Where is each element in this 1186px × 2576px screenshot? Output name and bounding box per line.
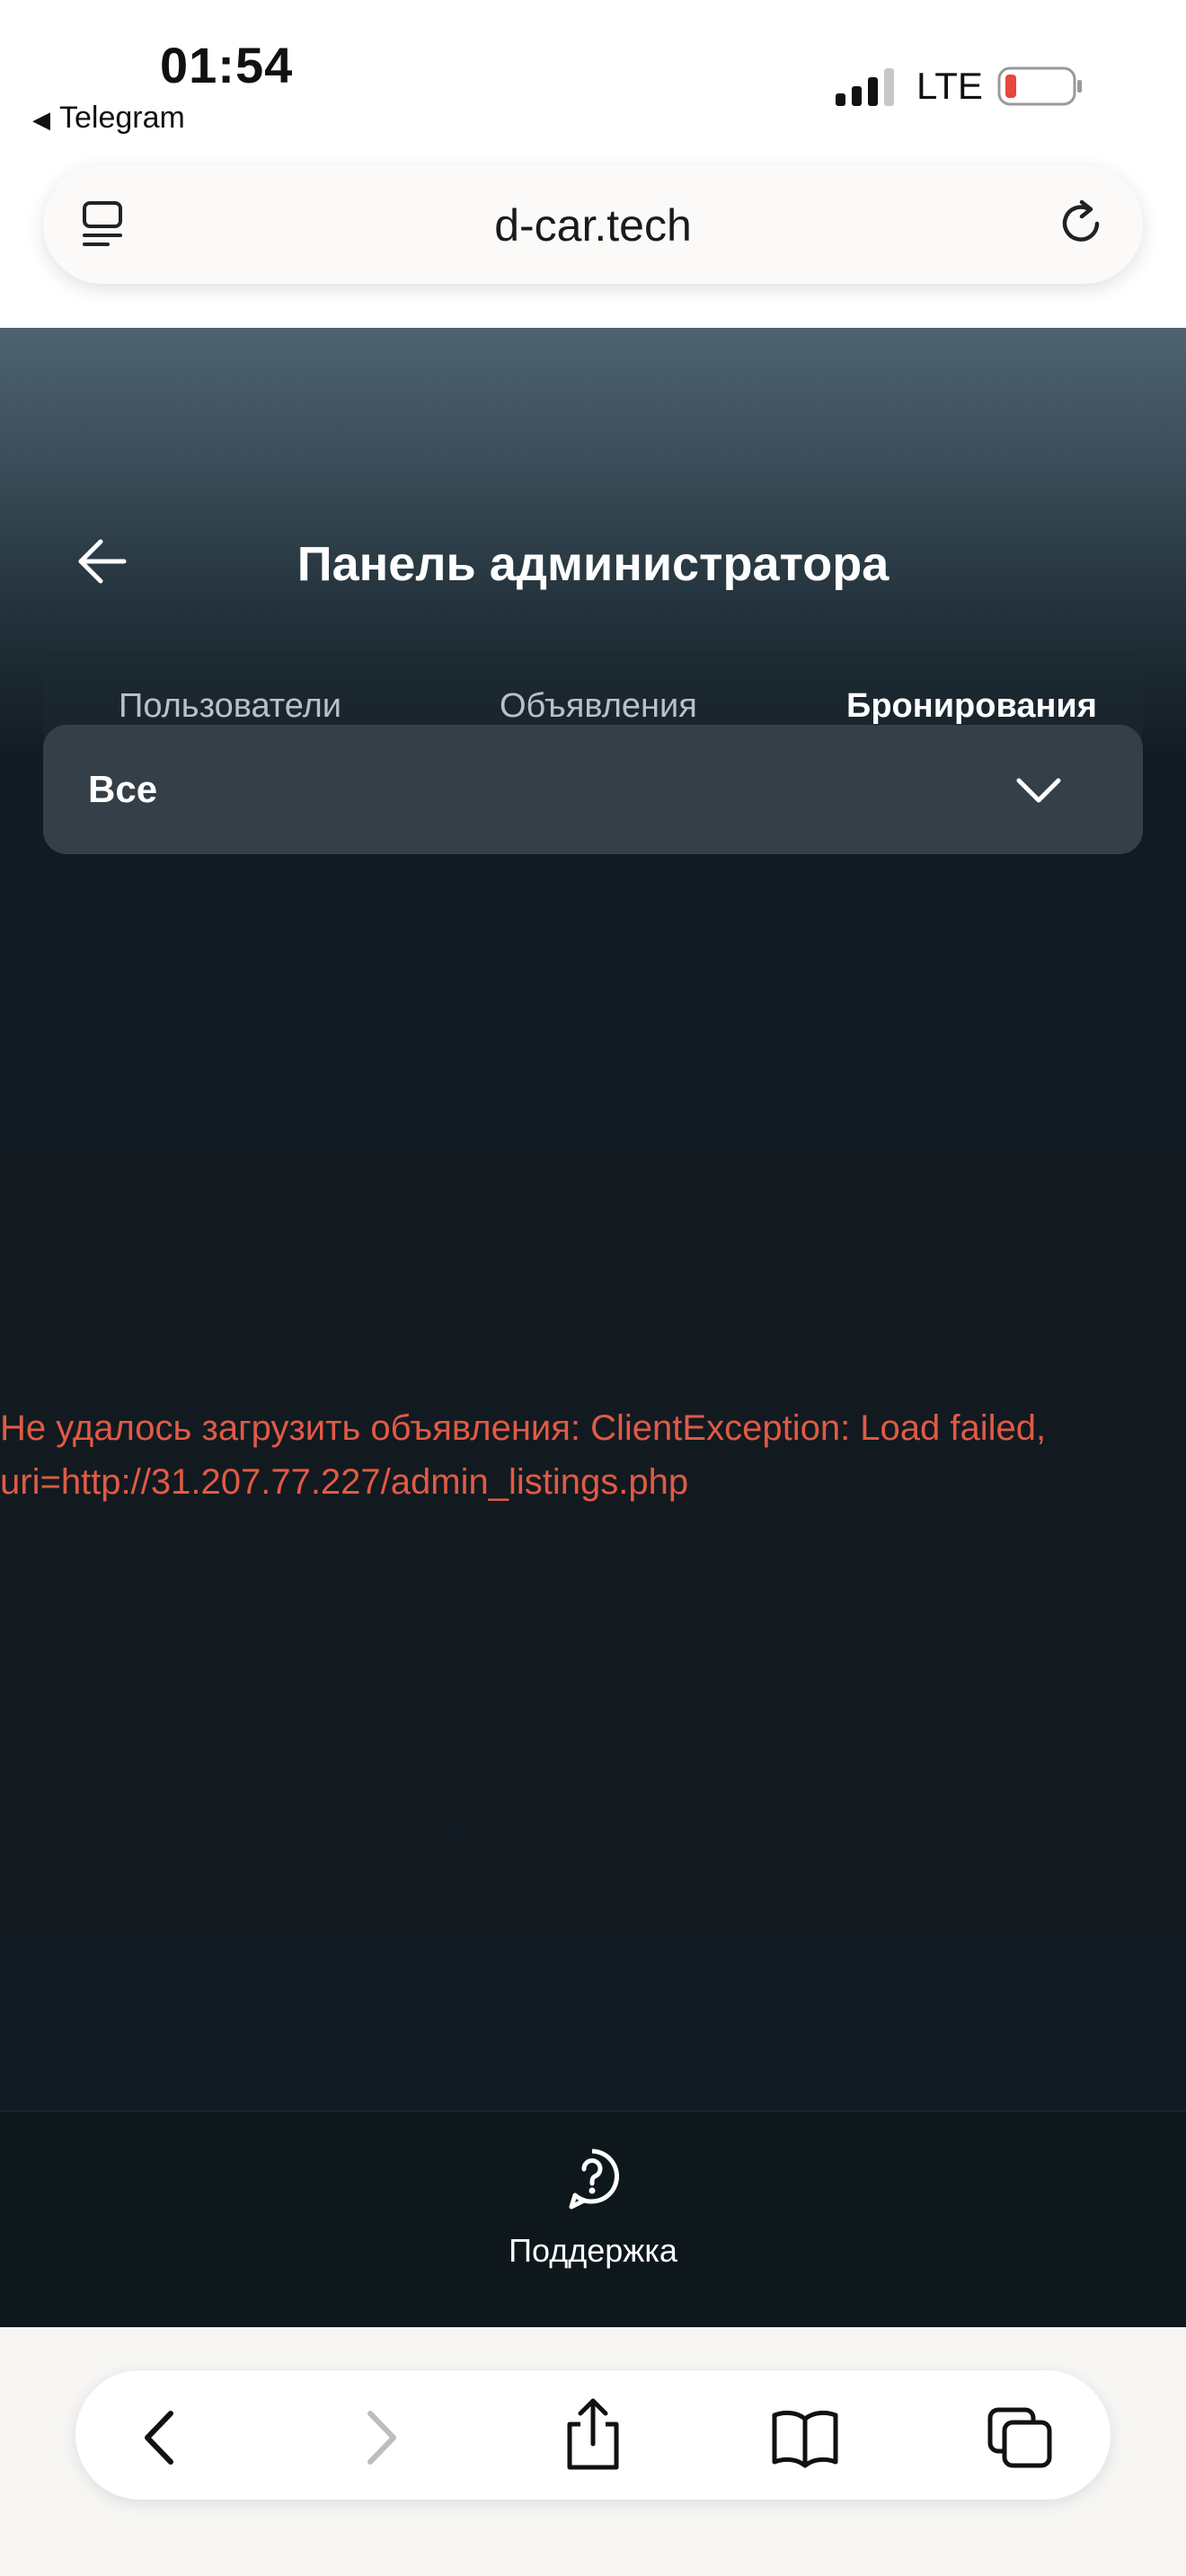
- tab-users[interactable]: Пользователи: [119, 687, 341, 726]
- filter-selected-value: Все: [88, 768, 158, 810]
- address-bar[interactable]: d-car.tech: [43, 165, 1143, 284]
- help-icon[interactable]: [562, 2148, 622, 2212]
- network-type: LTE: [916, 65, 983, 107]
- page-title: Панель администратора: [296, 537, 890, 591]
- app-screen: Панель администратора Пользователи Объяв…: [0, 328, 1186, 2328]
- bottom-nav: Поддержка: [0, 2111, 1186, 2328]
- back-app-label: Telegram: [59, 101, 185, 135]
- browser-toolbar-area: [0, 2327, 1186, 2576]
- error-message: Не удалось загрузить объявления: ClientE…: [0, 1408, 1047, 1502]
- tab-bookings[interactable]: Бронирования: [846, 687, 1097, 726]
- back-triangle-icon: ◀: [32, 106, 50, 133]
- reload-icon[interactable]: [1055, 198, 1107, 250]
- bookmarks-icon[interactable]: [769, 2406, 841, 2469]
- support-label: Поддержка: [509, 2232, 677, 2269]
- cellular-signal-icon: [836, 68, 894, 106]
- back-to-app-link[interactable]: ◀ Telegram: [32, 101, 185, 136]
- browser-back-icon[interactable]: [126, 2406, 198, 2469]
- tab-listings[interactable]: Объявления: [500, 687, 697, 726]
- browser-toolbar: [75, 2370, 1111, 2500]
- battery-icon: [997, 66, 1082, 106]
- browser-forward-icon[interactable]: [343, 2406, 415, 2469]
- status-bar: 01:54 ◀ Telegram LTE: [0, 0, 1186, 162]
- tabs-overview-icon[interactable]: [985, 2406, 1057, 2469]
- url-text: d-car.tech: [494, 200, 692, 251]
- status-time: 01:54: [160, 37, 294, 93]
- chevron-down-icon: [1016, 778, 1061, 803]
- status-filter-dropdown[interactable]: Все: [43, 725, 1143, 854]
- share-icon[interactable]: [557, 2397, 629, 2471]
